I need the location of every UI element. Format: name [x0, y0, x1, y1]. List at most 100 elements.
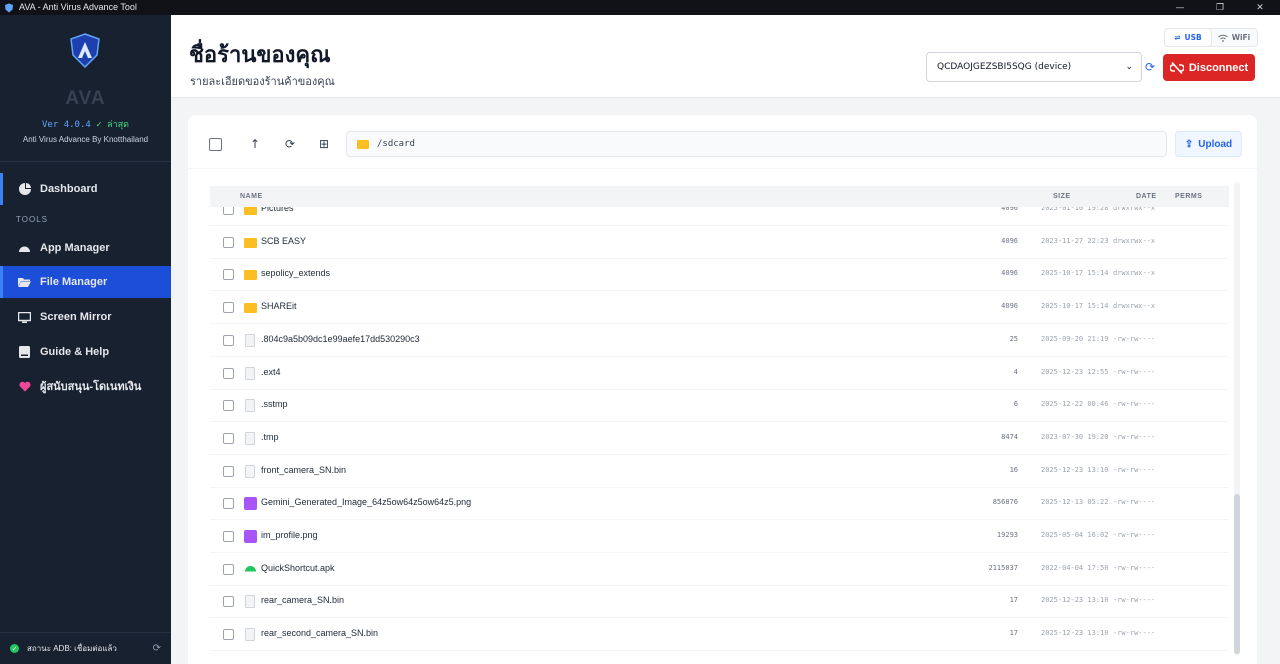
file-perms: -rw-rw---- — [1113, 498, 1156, 507]
row-checkbox[interactable] — [223, 432, 234, 444]
file-name: rear_camera_SN.bin — [261, 595, 345, 606]
file-icon — [245, 595, 255, 609]
maximize-button[interactable]: ❐ — [1200, 0, 1240, 15]
folder-open-icon — [18, 276, 31, 289]
refresh-status-icon[interactable]: ⟳ — [153, 643, 161, 654]
file-toolbar: ↑ ⟳ ⊞ /sdcard ⇪ Upload — [188, 130, 1257, 158]
grid-view-icon[interactable]: ⊞ — [316, 136, 332, 152]
sidebar-item-label: App Manager — [40, 242, 110, 254]
row-checkbox[interactable] — [223, 531, 234, 542]
column-perms[interactable]: PERMS — [1175, 193, 1202, 200]
page-title: ชื่อร้านของคุณ — [189, 43, 331, 68]
file-row[interactable]: front_camera_SN.bin 16 2025-12-23 13:10 -rw… — [210, 455, 1229, 488]
file-name: .sstmp — [261, 399, 288, 410]
sidebar-item-dashboard[interactable]: Dashboard — [0, 173, 171, 205]
usb-mode-button[interactable]: ⇌ USB — [1165, 29, 1211, 46]
file-perms: -rw-rw---- — [1113, 596, 1156, 605]
row-checkbox[interactable] — [223, 465, 234, 477]
pie-chart-icon — [18, 183, 31, 196]
file-name: .ext4 — [261, 366, 281, 377]
row-checkbox[interactable] — [223, 269, 234, 281]
scrollbar-thumb[interactable] — [1234, 494, 1240, 654]
path-bar[interactable]: /sdcard — [346, 131, 1167, 157]
sidebar-item-guide-help[interactable]: Guide & Help — [0, 336, 171, 368]
file-perms: -rw-rw---- — [1113, 531, 1156, 539]
brand-name: AVA — [65, 88, 106, 109]
file-row[interactable]: .sstmp 6 2025-12-22 00:46 -rw-rw---- — [210, 389, 1229, 423]
column-name[interactable]: NAME — [240, 193, 263, 200]
file-row[interactable]: QuickShortcut.apk 2115037 2022-04-04 17:50… — [210, 553, 1229, 586]
row-checkbox[interactable] — [223, 367, 234, 379]
image-file-icon — [244, 497, 257, 511]
file-date: 2025-09-20 21:19 — [1041, 334, 1109, 343]
refresh-devices-icon[interactable]: ⟳ — [1145, 60, 1159, 74]
row-checkbox[interactable] — [223, 629, 234, 641]
device-select-value: QCDAOJGEZSBI5SQG (device) — [937, 62, 1072, 72]
android-icon — [18, 242, 31, 255]
file-date: 2025-12-23 13:10 — [1041, 629, 1109, 638]
android-icon — [244, 563, 257, 576]
file-row[interactable]: rear_camera_SN.bin 17 2025-12-23 13:10 -rw-… — [210, 585, 1229, 619]
upload-button[interactable]: ⇪ Upload — [1175, 131, 1242, 157]
disconnect-label: Disconnect — [1188, 61, 1249, 74]
device-select[interactable]: QCDAOJGEZSBI5SQG (device) ⌄ — [926, 52, 1142, 82]
file-size: 2115037 — [988, 563, 1018, 572]
row-checkbox[interactable] — [223, 596, 234, 608]
file-row[interactable]: .tmp 8474 2023-07-30 19:20 -rw-rw---- — [210, 422, 1229, 455]
sidebar-item-screen-mirror[interactable]: Screen Mirror — [0, 301, 171, 333]
file-name: SCB EASY — [261, 235, 307, 246]
file-icon — [245, 464, 255, 478]
wifi-mode-button[interactable]: WiFi — [1211, 29, 1257, 46]
adb-status-text: สถานะ ADB: เชื่อมต่อแล้ว — [27, 644, 117, 653]
refresh-icon[interactable]: ⟳ — [282, 136, 298, 152]
file-date: 2025-10-17 15:14 — [1041, 302, 1109, 311]
file-row[interactable]: rear_second_camera_SN.bin 17 2025-12-23 13… — [210, 618, 1229, 652]
file-row[interactable]: sepolicy_extends 4096 2025-10-17 15:14 drwx… — [210, 258, 1229, 292]
list-scrollbar[interactable] — [1234, 182, 1240, 656]
minimize-button[interactable]: — — [1160, 0, 1200, 15]
row-checkbox[interactable] — [223, 236, 234, 248]
file-perms: -rw-rw---- — [1113, 334, 1156, 343]
sidebar-item-label: File Manager — [40, 276, 108, 288]
page-header: ชื่อร้านของคุณ รายละเอียดของร้านค้าของคุ… — [171, 15, 1280, 98]
file-icon — [245, 628, 255, 642]
column-size[interactable]: SIZE — [1053, 193, 1071, 200]
row-checkbox[interactable] — [223, 302, 234, 314]
app-shield-icon — [5, 3, 13, 12]
file-date: 2025-05-04 16:02 — [1041, 531, 1109, 539]
file-row[interactable]: SCB EASY 4096 2023-11-27 22:23 drwxrwx--x — [210, 226, 1229, 259]
wifi-icon — [1217, 34, 1228, 42]
folder-icon — [244, 303, 257, 314]
adb-status-bar: ✓ สถานะ ADB: เชื่อมต่อแล้ว ⟳ — [0, 632, 171, 664]
file-perms: -rw-rw---- — [1113, 563, 1156, 572]
file-size: 17 — [1009, 629, 1018, 638]
file-row[interactable]: SHAREit 4096 2025-10-17 15:14 drwxrwx--x — [210, 291, 1229, 325]
file-row[interactable]: im_profile.png 19293 2025-05-04 16:02 -rw-r… — [210, 520, 1229, 553]
version-number: Ver 4.0.4 — [42, 120, 91, 130]
row-checkbox[interactable] — [223, 400, 234, 412]
arrow-up-icon[interactable]: ↑ — [247, 136, 263, 152]
file-size: 25 — [1009, 334, 1018, 343]
sidebar-item-donate[interactable]: ผู้สนับสนุน-โดเนทเงิน — [0, 370, 171, 402]
upload-icon: ⇪ — [1184, 138, 1194, 150]
disconnect-button[interactable]: Disconnect — [1163, 54, 1255, 81]
connection-mode-toggle: ⇌ USB WiFi — [1164, 28, 1258, 47]
wifi-label: WiFi — [1231, 33, 1251, 42]
file-row[interactable]: Gemini_Generated_Image_64z5ow64z5ow64z5.… — [210, 487, 1229, 521]
file-size: 4096 — [1001, 269, 1018, 278]
file-name: .tmp — [261, 431, 279, 442]
select-all-checkbox[interactable] — [209, 138, 222, 151]
close-button[interactable]: ✕ — [1240, 0, 1280, 15]
row-checkbox[interactable] — [223, 563, 234, 575]
file-row[interactable]: .804c9a5b09dc1e99aefe17dd530290c3 25 2025-… — [210, 324, 1229, 357]
file-name: .804c9a5b09dc1e99aefe17dd530290c3 — [261, 333, 420, 344]
row-checkbox[interactable] — [223, 334, 234, 346]
sidebar-item-label: Guide & Help — [40, 346, 110, 358]
file-name: sepolicy_extends — [261, 268, 331, 279]
file-perms: -rw-rw---- — [1113, 432, 1156, 441]
file-row[interactable]: .ext4 4 2025-12-23 12:55 -rw-rw---- — [210, 357, 1229, 390]
row-checkbox[interactable] — [223, 498, 234, 510]
column-date[interactable]: DATE — [1136, 193, 1157, 200]
sidebar-item-app-manager[interactable]: App Manager — [0, 232, 171, 264]
sidebar-item-file-manager[interactable]: File Manager — [0, 266, 171, 298]
